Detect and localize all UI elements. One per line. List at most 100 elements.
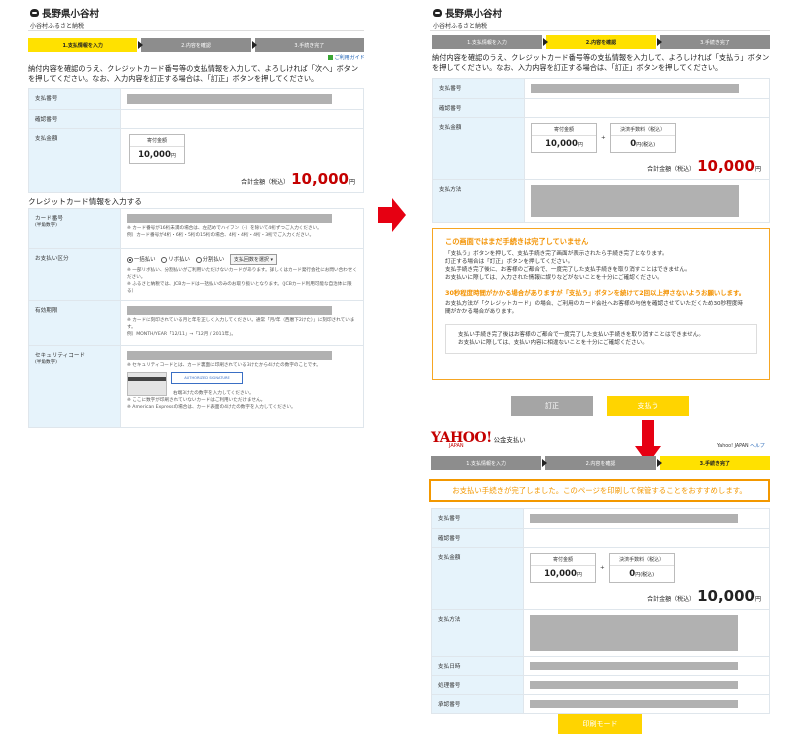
pay-type-label: お支払い区分 [28,248,121,301]
pay-button[interactable]: 支払う [607,396,689,416]
method-label: 支払方法 [431,609,524,657]
step-1: 1.支払情報を入力 [28,38,144,52]
guide-link[interactable]: ご利用ガイド [328,54,365,61]
redacted-value [531,84,739,93]
left-header-subtitle: 小谷村ふるさと納税 [30,23,85,30]
top-links: Yahoo! JAPAN ヘルプ [717,442,765,449]
total-amount: 合計金額（税込） 10,000円 [647,157,761,175]
donation-amount-box: 寄付金額 10,000円 [129,134,185,164]
card-number-input[interactable] [127,214,332,223]
date-label: 支払日時 [431,656,524,676]
right-arrow-icon [378,198,406,232]
confirm-no-label: 確認番号 [28,109,121,129]
municipality-icon [433,9,442,17]
confirm-no-label: 確認番号 [431,528,524,548]
yahoo-logo: YAHOO! 公金支払い JAPAN [431,430,526,449]
right-stepper: 1.支払情報を入力 2.内容を確認 3.手続き完了 [432,35,770,49]
step-arrow-icon [657,38,662,46]
amount-label: 支払金額 [432,117,525,180]
expiry-cell: ※ カードに刻印されている月と年を正しく入力してください。通常「月/年（西暦下2… [120,300,364,346]
print-mode-button[interactable]: 印刷モード [558,714,642,734]
redacted-value [531,185,739,217]
redacted-value [530,615,738,651]
step-2: 2.内容を確認 [546,35,662,49]
radio-revolving[interactable] [161,256,168,263]
step-arrow-icon [656,459,662,467]
confirm-table: 支払番号 確認番号 支払金額 寄付金額 10,000円 + 決済手数料（税込） … [432,78,770,223]
right-intro-text: 納付内容を確認のうえ、クレジットカード番号等の支払情報を入力して、よろしければ「… [432,53,770,72]
cc-table: カード番号 (半角数字) ※ カード番号が16桁未満の場合は、左詰めでハイフン（… [28,208,364,428]
step-arrow-icon [542,459,548,467]
plus-sign: + [601,135,606,141]
pay-no-label: 支払番号 [432,78,525,99]
installment-select[interactable]: 支払回数を選択 ▾ [229,254,278,265]
notice-inner-box: 支払い手続き完了後はお客様のご都合で一度完了した支払い手続きを取り消すことはでき… [445,324,757,354]
step-3: 3.手続き完了 [659,456,770,470]
fee-box: 決済手数料（税込） 0円(税込) [608,553,675,583]
amount-label: 支払金額 [28,128,121,193]
pay-no-value [120,88,364,110]
right-header-divider [430,30,770,31]
radio-lump-sum[interactable] [127,256,133,263]
confirm-no-label: 確認番号 [432,98,525,118]
step-2: 2.内容を確認 [545,456,662,470]
complete-table: 支払番号 確認番号 支払金額 寄付金額 10,000円 + 決済手数料（税込） … [431,508,770,714]
left-header-divider [28,30,364,31]
step-arrow-icon [138,41,144,49]
redacted-value [127,94,332,104]
accept-no-label: 承認番号 [431,694,524,714]
complete-stepper: 1.支払情報を入力 2.内容を確認 3.手続き完了 [431,456,770,470]
complete-message: お支払い手続きが完了しました。このページを印刷して保管することをおすすめします。 [429,479,770,502]
right-header-title: 長野県小谷村 [433,6,502,20]
expiry-input[interactable] [127,306,332,315]
step-3: 3.手続き完了 [660,35,770,49]
cc-heading: クレジットカード情報を入力する [28,197,142,206]
left-payment-table: 支払番号 確認番号 支払金額 寄付金額 10,000円 合計金額（税込） 10,… [28,88,364,193]
redacted-value [530,700,738,708]
step-1: 1.支払情報を入力 [431,456,548,470]
proc-no-label: 処理番号 [431,675,524,695]
radio-installment[interactable] [195,256,202,263]
left-intro-text: 納付内容を確認のうえ、クレジットカード番号等の支払情報を入力して、よろしければ「… [28,64,359,83]
redacted-value [530,662,738,670]
pay-no-label: 支払番号 [431,508,524,529]
warning-box: この画面ではまだ手続きは完了していません 「支払う」ボタンを押して、支払手続き完… [432,228,770,380]
left-stepper: 1.支払情報を入力 2.内容を確認 3.手続き完了 [28,38,364,52]
total-amount: 合計金額（税込） 10,000円 [241,170,355,188]
chevron-down-icon: ▾ [270,257,274,263]
yahoo-top-link[interactable]: Yahoo! JAPAN [717,444,749,449]
step-1: 1.支払情報を入力 [432,35,548,49]
confirm-no-value [120,109,364,129]
step-arrow-icon [543,38,548,46]
correct-button[interactable]: 訂正 [511,396,593,416]
expiry-label: 有効期限 [28,300,121,346]
left-header-title: 長野県小谷村 [30,6,99,20]
step-3: 3.手続き完了 [254,38,364,52]
municipality-icon [30,9,39,17]
donation-amount-box: 寄付金額 10,000円 [530,553,596,583]
pay-type-cell: 一括払い リボ払い 分割払い 支払回数を選択 ▾ ※ 一部リボ払い、分割払いがご… [120,248,364,301]
donation-amount: 10,000 [138,150,171,160]
right-header-subtitle: 小谷村ふるさと納税 [433,23,488,30]
security-code-cell: ※ セキュリティコードとは、カード裏面に印刷されている3けたから4けたの数字のこ… [120,345,364,428]
method-label: 支払方法 [432,179,525,223]
total-amount: 合計金額（税込） 10,000円 [647,587,761,605]
card-no-label: カード番号 (半角数字) [28,208,121,249]
security-code-input[interactable] [127,351,332,360]
card-no-cell: ※ カード番号が16桁未満の場合は、左詰めでハイフン（-）を除いて4桁ずつご入力… [120,208,364,249]
help-link[interactable]: ヘルプ [750,444,764,449]
redacted-value [530,681,738,689]
signature-panel: AUTHORIZED SIGNATURE [171,372,243,384]
pay-no-label: 支払番号 [28,88,121,110]
security-code-label: セキュリティコード (半角数字) [28,345,121,428]
amount-label: 支払金額 [431,547,524,610]
fee-box: 決済手数料（税込） 0円(税込) [609,123,676,153]
guide-icon [328,55,333,60]
plus-sign: + [600,565,605,571]
card-image [127,372,167,396]
amount-value-cell: 寄付金額 10,000円 合計金額（税込） 10,000円 [120,128,364,193]
step-arrow-icon [251,41,257,49]
donation-amount-box: 寄付金額 10,000円 [531,123,597,153]
step-2: 2.内容を確認 [141,38,257,52]
redacted-value [530,514,738,523]
